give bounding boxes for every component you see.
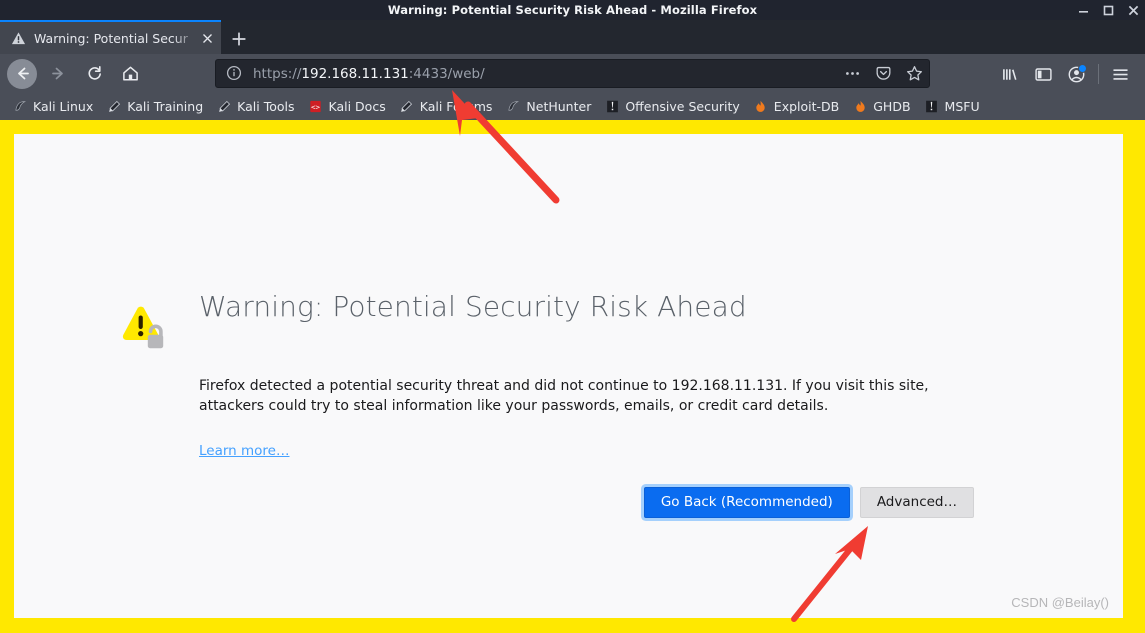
new-tab-button[interactable] — [228, 28, 250, 50]
bookmark-label: Kali Training — [127, 99, 204, 114]
flame-icon — [853, 100, 867, 114]
window-title: Warning: Potential Security Risk Ahead -… — [387, 3, 758, 17]
wrench-icon — [217, 100, 231, 114]
url-path: :4433/web/ — [408, 65, 485, 82]
url-bar-actions — [844, 60, 923, 87]
certificate-error-page: Warning: Potential Security Risk Ahead F… — [117, 289, 974, 518]
offsec-icon — [925, 100, 939, 114]
go-back-button[interactable]: Go Back (Recommended) — [643, 486, 850, 518]
bookmark-label: NetHunter — [526, 99, 592, 114]
warning-triangle-icon — [10, 30, 26, 46]
toolbar-right-icons — [994, 59, 1137, 89]
bookmark-kali-docs[interactable]: <> Kali Docs — [302, 96, 393, 118]
pocket-icon[interactable] — [875, 65, 892, 82]
kali-dragon-icon — [506, 100, 520, 114]
advanced-button[interactable]: Advanced… — [859, 486, 974, 518]
svg-text:<>: <> — [311, 102, 320, 111]
library-icon[interactable] — [994, 59, 1027, 89]
account-avatar-icon[interactable] — [1060, 59, 1093, 89]
bookmark-offensive-security[interactable]: Offensive Security — [598, 96, 746, 118]
bookmark-label: Kali Linux — [33, 99, 94, 114]
window-controls — [1077, 0, 1139, 20]
error-button-row: Go Back (Recommended) Advanced… — [199, 486, 974, 518]
error-heading-row: Warning: Potential Security Risk Ahead — [117, 289, 907, 354]
close-icon[interactable] — [1127, 4, 1139, 16]
bookmark-label: Offensive Security — [625, 99, 740, 114]
bookmark-kali-forums[interactable]: Kali Forums — [393, 96, 500, 118]
url-host: 192.168.11.131 — [301, 65, 409, 82]
url-text[interactable]: https://192.168.11.131:4433/web/ — [253, 66, 485, 82]
firefox-window: Warning: Potential Security Risk Ahead -… — [0, 0, 1145, 633]
bookmark-kali-tools[interactable]: Kali Tools — [210, 96, 301, 118]
page-content: Warning: Potential Security Risk Ahead F… — [14, 134, 1123, 618]
learn-more-link[interactable]: Learn more… — [199, 443, 290, 459]
url-scheme: https:// — [253, 65, 302, 82]
bookmarks-toolbar: Kali Linux Kali Training Kali Tools <> K… — [0, 93, 1145, 120]
bookmark-label: Exploit-DB — [773, 99, 840, 114]
home-icon[interactable] — [115, 59, 145, 89]
page-title: Warning: Potential Security Risk Ahead — [199, 290, 747, 323]
back-arrow-icon[interactable] — [7, 58, 37, 89]
forward-arrow-icon[interactable] — [43, 59, 73, 89]
ellipsis-icon[interactable] — [844, 65, 861, 82]
watermark-text: CSDN @Beilay() — [1011, 595, 1109, 610]
bookmark-nethunter[interactable]: NetHunter — [499, 96, 598, 118]
kali-docs-icon: <> — [309, 100, 323, 114]
page-yellow-frame: Warning: Potential Security Risk Ahead F… — [0, 120, 1145, 633]
bookmark-label: MSFU — [944, 99, 980, 114]
url-bar[interactable]: https://192.168.11.131:4433/web/ — [215, 59, 930, 88]
flame-icon — [754, 100, 768, 114]
star-icon[interactable] — [906, 65, 923, 82]
bookmark-ghdb[interactable]: GHDB — [846, 96, 917, 118]
bookmark-label: Kali Docs — [328, 99, 386, 114]
tab-title: Warning: Potential Secur — [34, 30, 188, 46]
offsec-icon — [605, 100, 619, 114]
tab-active[interactable]: Warning: Potential Secur — [0, 20, 221, 54]
hamburger-menu-icon[interactable] — [1104, 59, 1137, 89]
info-circle-icon[interactable] — [226, 65, 243, 82]
reload-icon[interactable] — [79, 59, 109, 89]
bookmark-label: Kali Tools — [237, 99, 295, 114]
toolbar-separator — [1098, 64, 1099, 84]
tab-strip: Warning: Potential Secur — [0, 20, 1145, 54]
error-description: Firefox detected a potential security th… — [199, 378, 929, 415]
window-titlebar: Warning: Potential Security Risk Ahead -… — [0, 0, 1145, 20]
sidebar-icon[interactable] — [1027, 59, 1060, 89]
bookmark-exploit-db[interactable]: Exploit-DB — [747, 96, 846, 118]
bookmark-msfu[interactable]: MSFU — [918, 96, 987, 118]
kali-dragon-icon — [13, 100, 27, 114]
bookmark-label: Kali Forums — [419, 99, 493, 114]
maximize-icon[interactable] — [1102, 4, 1114, 16]
tab-close-icon[interactable] — [199, 30, 215, 46]
wrench-icon — [107, 100, 121, 114]
bookmark-kali-training[interactable]: Kali Training — [100, 96, 210, 118]
wrench-icon — [400, 100, 414, 114]
bookmark-label: GHDB — [873, 99, 911, 114]
bookmark-kali-linux[interactable]: Kali Linux — [6, 96, 100, 118]
minimize-icon[interactable] — [1077, 4, 1089, 16]
account-notification-dot — [1078, 64, 1087, 73]
warning-triangle-unlocked-padlock-icon — [117, 302, 169, 354]
